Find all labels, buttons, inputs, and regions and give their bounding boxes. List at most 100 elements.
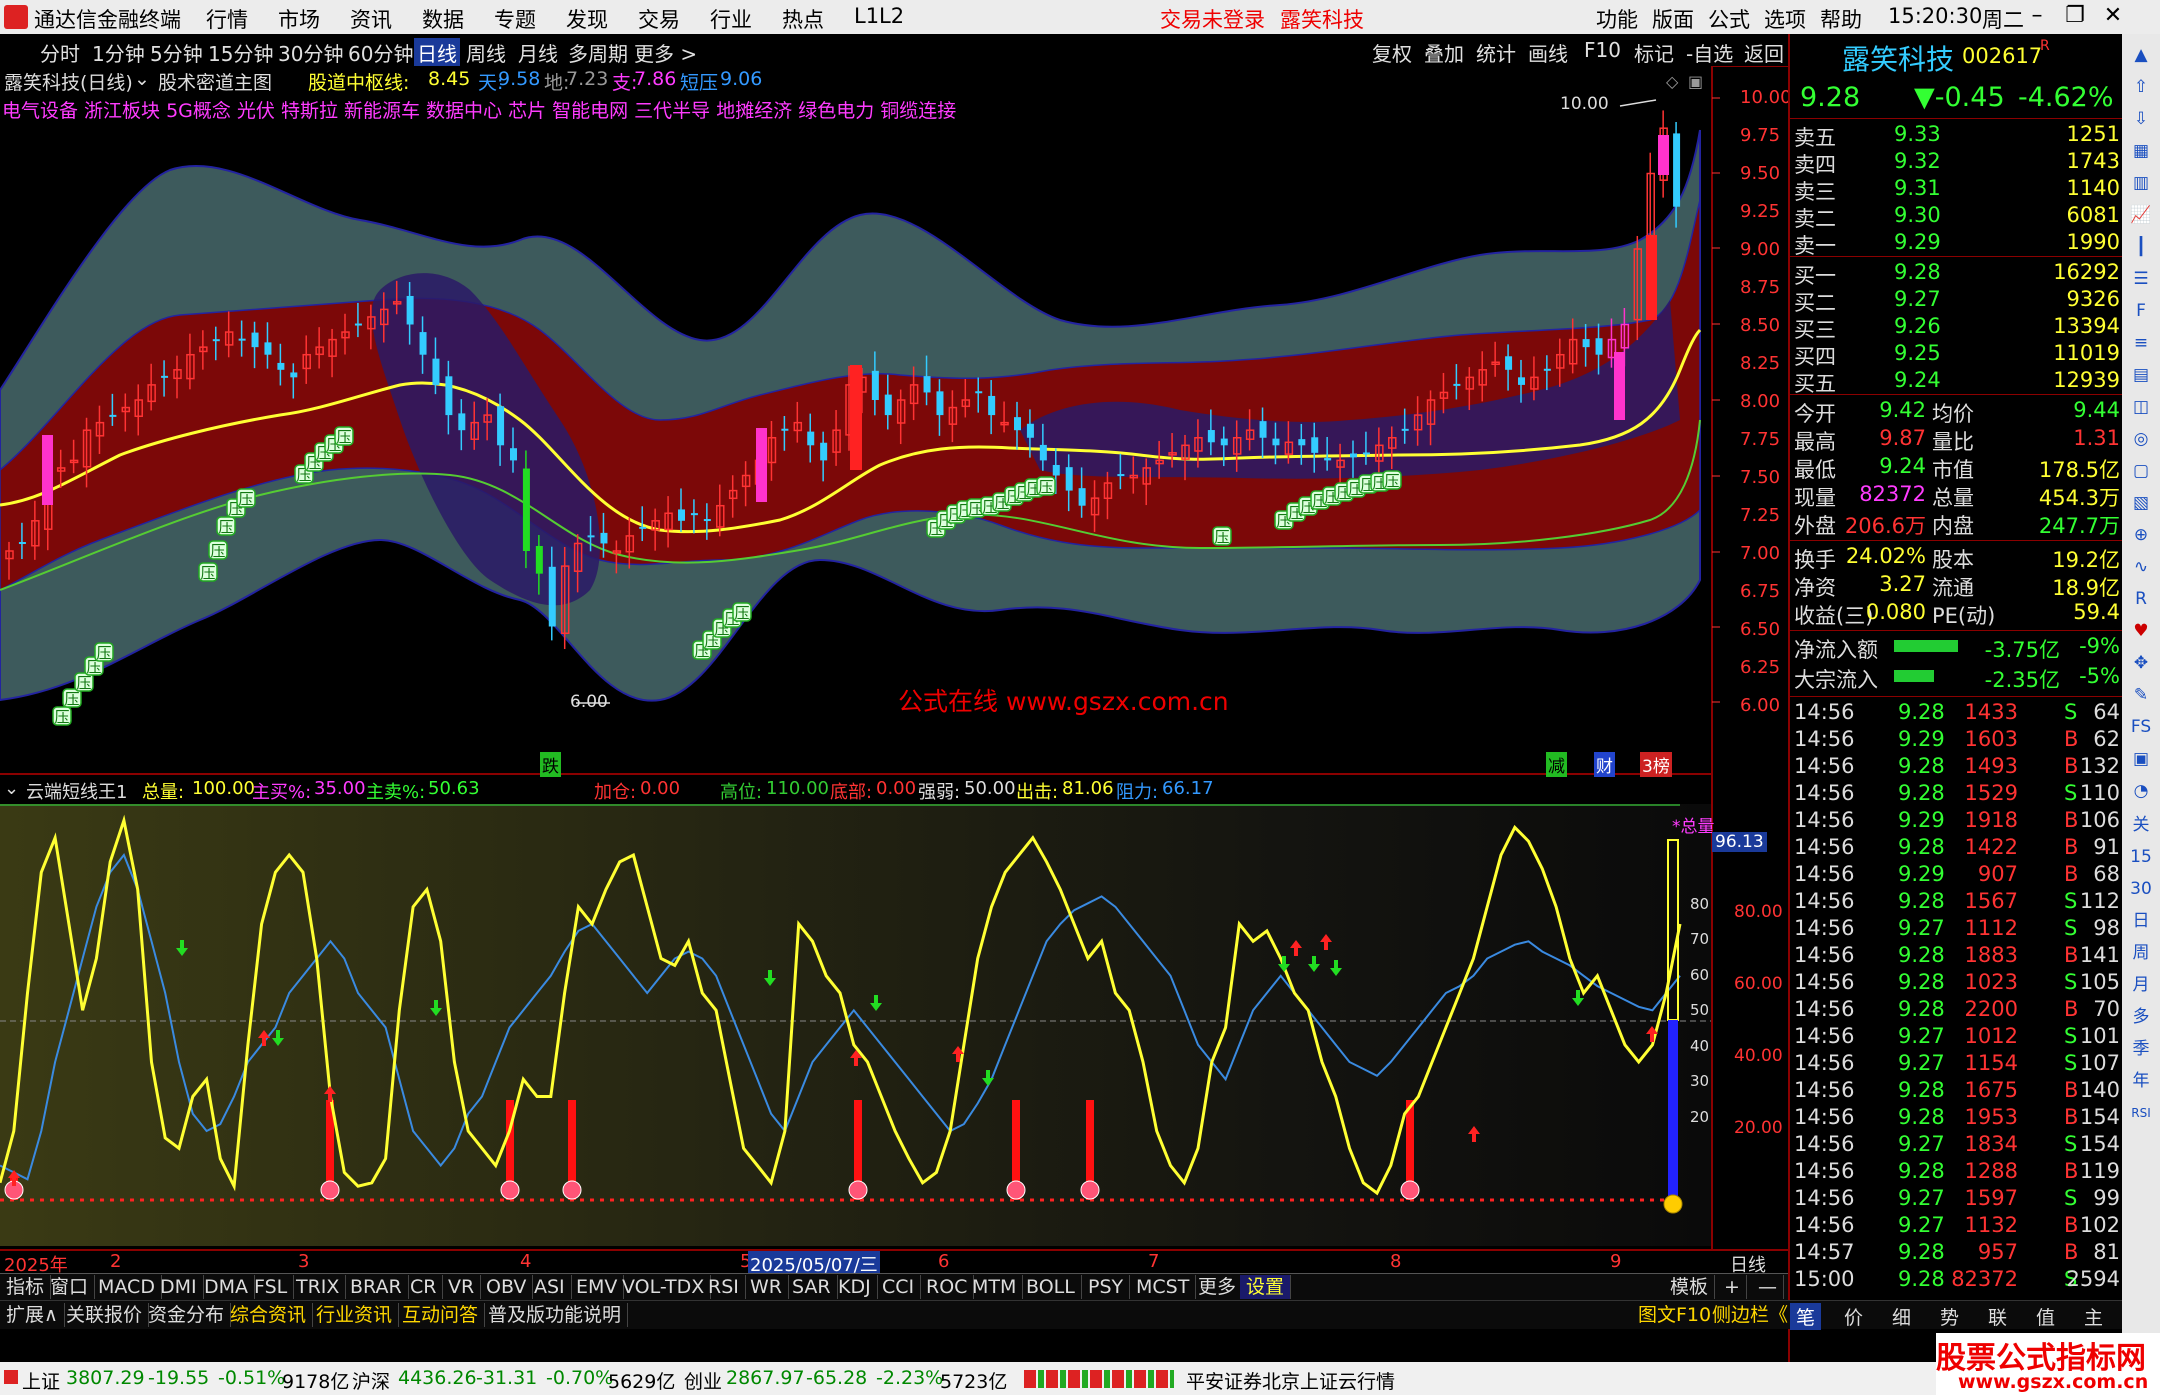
f10-icon[interactable]: F — [2128, 298, 2154, 324]
detail-icon[interactable]: ▤ — [2128, 362, 2154, 388]
period-tab-timeshare[interactable]: 分时 — [40, 38, 80, 67]
arrow-down-icon[interactable]: ⇩ — [2128, 106, 2154, 132]
tab-asi[interactable]: ASI — [528, 1275, 572, 1299]
ask-price[interactable]: 9.32 — [1894, 149, 1941, 173]
tab-vr[interactable]: VR — [442, 1275, 482, 1299]
tab-psy[interactable]: PSY — [1082, 1275, 1131, 1299]
chart-canvas[interactable]: 压压压压压压压压压压压压压压压压压压压压压压压压压压压压压压压压压压压压压压压压… — [0, 66, 1788, 1273]
period-tab-weekly[interactable]: 周线 — [466, 38, 506, 67]
fund-icon[interactable]: ◫ — [2128, 394, 2154, 420]
timer-icon[interactable]: ◔ — [2128, 778, 2154, 804]
rtab-main[interactable]: 主 — [2084, 1303, 2103, 1330]
list-icon[interactable]: ≡ — [2128, 330, 2154, 356]
menu-item-l1l2[interactable]: L1L2 — [854, 4, 904, 28]
tab-cr[interactable]: CR — [404, 1275, 444, 1299]
tab-window[interactable]: 窗口 — [44, 1275, 96, 1299]
template-button[interactable]: 模板 — [1664, 1275, 1716, 1299]
event-badge-list[interactable]: 3榜 — [1640, 752, 1672, 777]
index-hs-name[interactable]: 沪深 — [352, 1367, 390, 1394]
period-tab-5min[interactable]: 5分钟 — [150, 38, 203, 67]
tab-vol-tdx[interactable]: VOL-TDX — [616, 1275, 712, 1299]
period-tab-multi[interactable]: 多周期 — [568, 38, 628, 67]
ask-price[interactable]: 9.30 — [1894, 203, 1941, 227]
tab-macd[interactable]: MACD — [92, 1275, 162, 1299]
rtab-detail[interactable]: 细 — [1892, 1303, 1911, 1330]
restore-icon[interactable]: ❐ — [2060, 2, 2090, 30]
tab-boll[interactable]: BOLL — [1020, 1275, 1082, 1299]
add-button[interactable]: + — [1718, 1275, 1747, 1299]
menu-item-market[interactable]: 市场 — [278, 4, 320, 34]
bid-price[interactable]: 9.26 — [1894, 314, 1941, 338]
zoom-icon[interactable]: ⊕ — [2128, 522, 2154, 548]
side-day[interactable]: 日 — [2128, 908, 2154, 934]
settings-circle-icon[interactable]: ⌄ — [134, 68, 150, 90]
collapse-arrow-icon[interactable]: ▲ — [2128, 42, 2154, 68]
menu-item-options[interactable]: 选项 — [1764, 4, 1806, 34]
sub-indicator-name[interactable]: 云端短线王1 — [26, 778, 127, 804]
tab-more[interactable]: 更多 — [1192, 1275, 1244, 1299]
rtab-price[interactable]: 价 — [1844, 1303, 1863, 1330]
menu-item-help[interactable]: 帮助 — [1820, 4, 1862, 34]
fs-label-icon[interactable]: FS — [2128, 714, 2154, 740]
draw-button[interactable]: 画线 — [1528, 38, 1568, 67]
tab-dma[interactable]: DMA — [198, 1275, 256, 1299]
menu-item-layout[interactable]: 版面 — [1652, 4, 1694, 34]
period-tab-60min[interactable]: 60分钟 — [348, 38, 413, 67]
chart-type-icon[interactable]: ▧ — [2128, 490, 2154, 516]
tab-fsl[interactable]: FSL — [248, 1275, 295, 1299]
kline-icon[interactable]: ┃ — [2128, 234, 2154, 260]
tab-mtm[interactable]: MTM — [966, 1275, 1024, 1299]
minimize-icon[interactable]: – — [2022, 2, 2052, 30]
tab-settings[interactable]: 设置 — [1240, 1275, 1292, 1299]
sub-settings-icon[interactable]: ⌄ — [4, 778, 19, 799]
bid-price[interactable]: 9.28 — [1894, 260, 1941, 284]
ma-icon[interactable]: ∿ — [2128, 554, 2154, 580]
menu-item-quotes[interactable]: 行情 — [206, 4, 248, 34]
table-icon[interactable]: ☰ — [2128, 266, 2154, 292]
chart-diamond-icon[interactable]: ◇ — [1666, 72, 1678, 91]
formula-name[interactable]: 股术密道主图 — [158, 68, 272, 95]
event-badge-reduce[interactable]: 减 — [1546, 752, 1567, 777]
rtab-value[interactable]: 值 — [2036, 1303, 2055, 1330]
menu-item-topics[interactable]: 专题 — [494, 4, 536, 34]
menu-item-hot[interactable]: 热点 — [782, 4, 824, 34]
tab-kdj[interactable]: KDJ — [832, 1275, 878, 1299]
back-button[interactable]: 返回 — [1744, 38, 1784, 67]
side-15[interactable]: 15 — [2128, 844, 2154, 870]
ext-tab-related[interactable]: 关联报价 — [60, 1303, 150, 1327]
tab-wr[interactable]: WR — [744, 1275, 789, 1299]
tab-dmi[interactable]: DMI — [154, 1275, 204, 1299]
period-tab-15min[interactable]: 15分钟 — [208, 38, 273, 67]
rtab-link[interactable]: 联 — [1988, 1303, 2007, 1330]
sidebar-toggle[interactable]: 侧边栏《 — [1706, 1303, 1794, 1327]
ask-price[interactable]: 9.31 — [1894, 176, 1941, 200]
f10-button[interactable]: F10 — [1584, 38, 1621, 62]
chart-window-icon[interactable]: ▣ — [1688, 72, 1703, 91]
side-quarter[interactable]: 季 — [2128, 1036, 2154, 1062]
side-rsi[interactable]: RSI — [2128, 1100, 2154, 1126]
index-cy-name[interactable]: 创业 — [684, 1367, 722, 1394]
login-status[interactable]: 交易未登录 — [1160, 4, 1265, 34]
bid-price[interactable]: 9.25 — [1894, 341, 1941, 365]
move-icon[interactable]: ✥ — [2128, 650, 2154, 676]
period-tab-daily[interactable]: 日线 — [414, 38, 460, 67]
period-tab-30min[interactable]: 30分钟 — [278, 38, 343, 67]
rtab-trend[interactable]: 势 — [1940, 1303, 1959, 1330]
side-multi[interactable]: 多 — [2128, 1004, 2154, 1030]
menu-item-formula[interactable]: 公式 — [1708, 4, 1750, 34]
grid-icon[interactable]: ▦ — [2128, 138, 2154, 164]
tab-cci[interactable]: CCI — [876, 1275, 922, 1299]
rsi-icon[interactable]: R — [2128, 586, 2154, 612]
arrow-up-icon[interactable]: ⇧ — [2128, 74, 2154, 100]
menu-item-discover[interactable]: 发现 — [566, 4, 608, 34]
stats-button[interactable]: 统计 — [1476, 38, 1516, 67]
calendar-icon[interactable]: ▣ — [2128, 746, 2154, 772]
menu-item-data[interactable]: 数据 — [422, 4, 464, 34]
period-tab-1min[interactable]: 1分钟 — [92, 38, 145, 67]
side-close[interactable]: 关 — [2128, 812, 2154, 838]
line-chart-icon[interactable]: 📈 — [2128, 202, 2154, 228]
period-tab-monthly[interactable]: 月线 — [518, 38, 558, 67]
menu-item-trade[interactable]: 交易 — [638, 4, 680, 34]
menu-item-industry[interactable]: 行业 — [710, 4, 752, 34]
collapse-button[interactable]: — — [1752, 1275, 1784, 1299]
